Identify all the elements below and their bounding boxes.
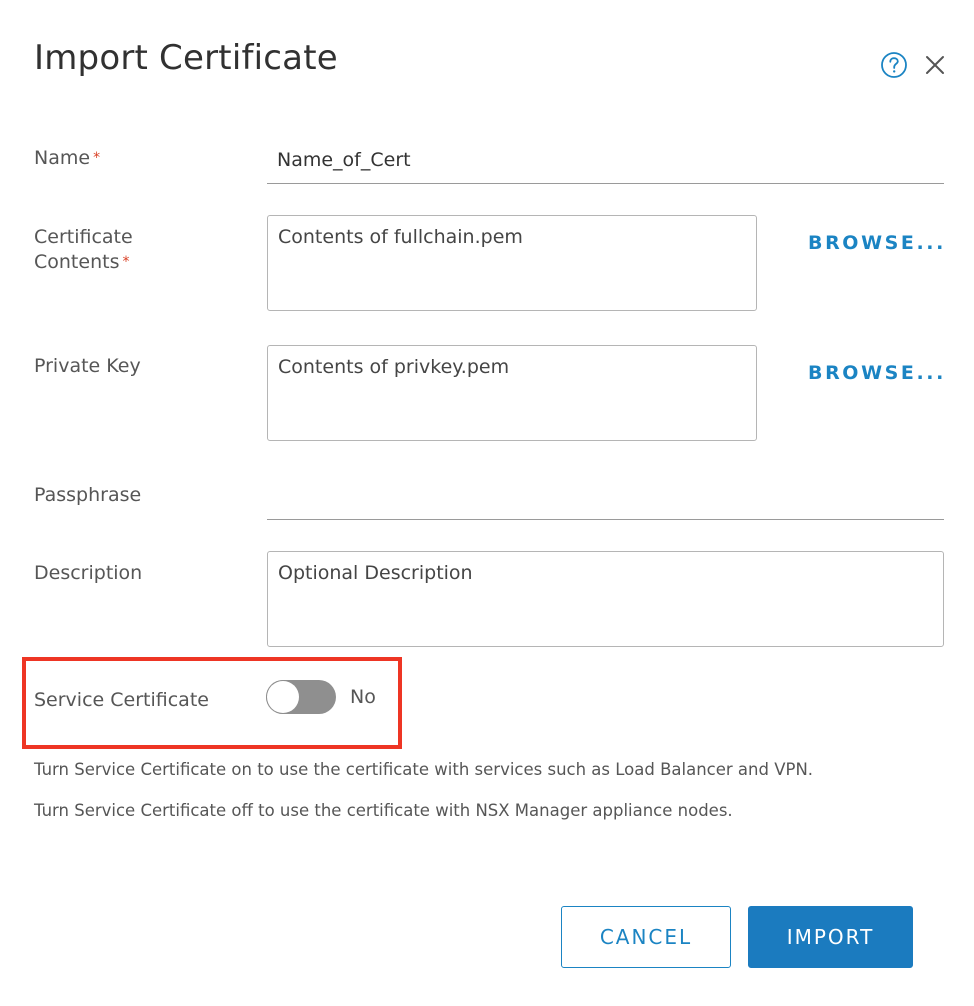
passphrase-input[interactable]	[267, 480, 944, 520]
toggle-state-text: No	[350, 686, 376, 708]
private-key-label: Private Key	[34, 355, 141, 377]
certificate-contents-textarea[interactable]	[267, 215, 757, 311]
name-input[interactable]	[267, 146, 944, 184]
required-mark: *	[93, 150, 101, 166]
browse-certificate-button[interactable]: BROWSE...	[808, 232, 946, 254]
browse-private-key-button[interactable]: BROWSE...	[808, 362, 946, 384]
private-key-textarea[interactable]	[267, 345, 757, 441]
cancel-button[interactable]: CANCEL	[561, 906, 731, 968]
description-label: Description	[34, 562, 143, 584]
required-mark: *	[122, 254, 130, 270]
certificate-contents-label: Certificate Contents *	[34, 226, 133, 273]
toggle-knob	[267, 681, 299, 713]
service-certificate-label: Service Certificate	[34, 689, 209, 711]
dialog-title: Import Certificate	[34, 38, 338, 78]
help-text-off: Turn Service Certificate off to use the …	[34, 801, 733, 820]
close-icon[interactable]	[920, 50, 950, 80]
import-certificate-dialog: Import Certificate Name* Certificate Con…	[0, 0, 974, 1006]
description-textarea[interactable]	[267, 551, 944, 647]
service-certificate-toggle[interactable]	[266, 680, 336, 714]
help-circle-icon[interactable]	[879, 50, 909, 80]
import-button[interactable]: IMPORT	[748, 906, 913, 968]
passphrase-label: Passphrase	[34, 484, 142, 506]
help-text-on: Turn Service Certificate on to use the c…	[34, 760, 814, 779]
name-label: Name *	[34, 147, 101, 169]
